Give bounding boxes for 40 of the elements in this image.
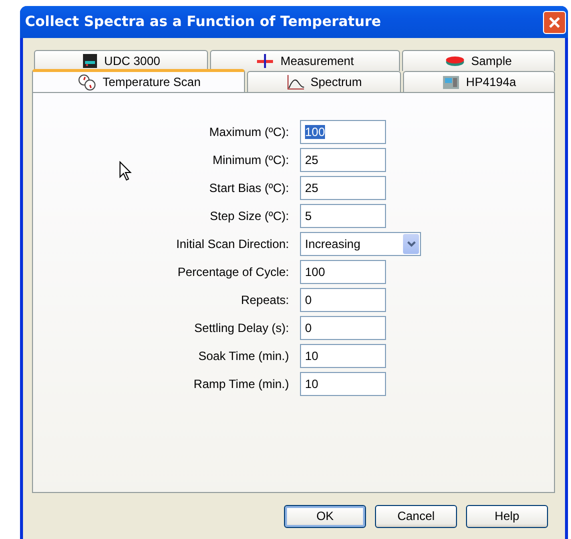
field-label: Ramp Time (min.) [192,377,289,391]
monitor-icon [82,53,98,69]
field-label: Start Bias (ºC): [208,181,289,195]
sample-dish-icon [445,55,466,67]
close-button[interactable] [543,10,566,34]
field-label: Initial Scan Direction: [175,237,289,251]
tab[interactable]: Measurement [210,50,400,71]
window-title: Collect Spectra as a Function of Temperature [25,14,381,30]
input-field[interactable]: 25 [300,148,386,172]
close-icon [548,16,561,28]
field-label: Soak Time (min.) [197,349,289,363]
instrument-icon [442,74,460,90]
input-field[interactable]: 0 [300,288,386,312]
crosshair-icon [256,53,274,69]
input-field[interactable]: 10 [300,344,386,368]
dialog-button[interactable]: Help [466,504,548,528]
chevron-down-icon [406,241,416,247]
tab[interactable]: Sample [402,50,555,71]
field-label: Minimum (ºC): [212,153,289,167]
mouse-pointer-icon [119,161,132,181]
tab[interactable]: HP4194a [403,71,555,92]
field-label: Percentage of Cycle: [176,265,289,279]
dialog-button[interactable]: Cancel [375,504,457,528]
curve-icon [286,74,304,90]
input-field[interactable]: 0 [300,316,386,340]
tab[interactable]: Temperature Scan [32,69,246,92]
input-field[interactable]: 25 [300,176,386,200]
tab[interactable]: UDC 3000 [34,50,208,71]
input-field[interactable]: 5 [300,204,386,228]
field-label: Maximum (ºC): [208,125,289,139]
field-label: Repeats: [240,293,289,307]
thermometer-dials-icon [76,73,97,91]
tab[interactable]: Spectrum [247,71,402,92]
field-label: Step Size (ºC): [208,209,289,223]
input-field[interactable]: 100 [300,260,386,284]
dropdown[interactable]: Increasing [300,232,421,256]
input-field[interactable]: 100 [300,120,386,144]
input-field[interactable]: 10 [300,372,386,396]
dialog-button[interactable]: OK [284,504,366,528]
field-label: Settling Delay (s): [193,321,289,335]
